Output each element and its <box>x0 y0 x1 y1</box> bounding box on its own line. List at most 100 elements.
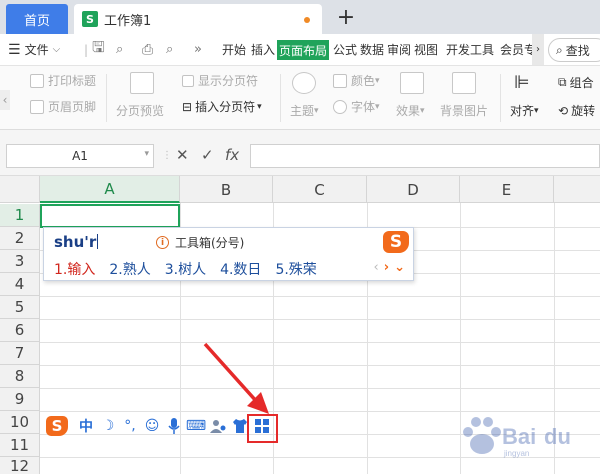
menu-tab-data[interactable]: 数据 <box>360 34 384 65</box>
select-all-corner[interactable] <box>0 176 40 203</box>
effects-icon <box>400 72 424 94</box>
row-header-10[interactable]: 10 <box>0 411 40 434</box>
row-header-5[interactable]: 5 <box>0 296 40 319</box>
format-painter-icon[interactable]: ⌕ <box>116 34 123 65</box>
search-box[interactable]: ⌕ 查找 <box>548 38 600 62</box>
microphone-icon[interactable] <box>164 416 184 436</box>
chevron-down-icon: ▾ <box>257 101 262 112</box>
rotate-button[interactable]: ⟲ 旋转 <box>558 102 595 119</box>
sogou-logo-icon[interactable]: S <box>46 416 68 436</box>
fonts-button[interactable]: 字体 ▾ <box>333 98 380 115</box>
row-header-12[interactable]: 12 <box>0 457 40 475</box>
sogou-logo-icon[interactable]: S <box>383 231 409 253</box>
menu-tab-developer[interactable]: 开发工具 <box>446 34 494 65</box>
column-header-c[interactable]: C <box>273 176 367 203</box>
column-header-b[interactable]: B <box>180 176 273 203</box>
ribbon-separator <box>280 74 281 122</box>
align-label: 对齐 <box>510 104 535 118</box>
row-header-9[interactable]: 9 <box>0 388 40 411</box>
formula-input[interactable] <box>250 144 600 168</box>
confirm-edit-button[interactable]: ✓ <box>201 146 214 164</box>
active-cell-a1[interactable] <box>40 204 180 228</box>
row-header-8[interactable]: 8 <box>0 365 40 388</box>
menu-tab-formula[interactable]: 公式 <box>333 34 357 65</box>
column-header-d[interactable]: D <box>367 176 460 203</box>
row-header-4[interactable]: 4 <box>0 273 40 296</box>
row-header-7[interactable]: 7 <box>0 342 40 365</box>
theme-button[interactable]: 主题 ▾ <box>290 102 319 119</box>
group-button[interactable]: ⧉ 组合 <box>558 74 594 91</box>
rotate-icon: ⟲ <box>558 103 569 118</box>
row-header-6[interactable]: 6 <box>0 319 40 342</box>
menu-tab-insert[interactable]: 插入 <box>251 34 275 65</box>
print-titles-label: 打印标题 <box>48 74 97 88</box>
print-preview-icon[interactable]: ⌕ <box>166 34 173 65</box>
show-page-breaks-checkbox[interactable]: 显示分页符 <box>182 72 258 89</box>
search-label: 查找 <box>565 43 590 58</box>
colors-button[interactable]: 颜色 ▾ <box>333 72 380 89</box>
effects-label: 效果 <box>396 104 421 118</box>
menu-bar: ☰ 文件 ⌵ | 🖫 ⌕ ⎙ ⌕ » 开始 插入 页面布局 公式 数据 审阅 视… <box>0 34 600 66</box>
page-break-preview-icon <box>130 72 154 94</box>
punctuation-icon[interactable]: °, <box>120 416 140 436</box>
next-page-icon[interactable]: › <box>384 260 389 275</box>
ime-page-nav: ‹ › ⌄ <box>369 260 405 275</box>
header-footer-button[interactable]: 页眉页脚 <box>30 98 96 115</box>
new-tab-button[interactable]: + <box>336 4 356 30</box>
file-menu[interactable]: ☰ 文件 ⌵ <box>8 34 60 65</box>
print-icon[interactable]: ⎙ <box>142 34 153 65</box>
column-header-a[interactable]: A <box>40 176 180 203</box>
align-icon: ⊫ <box>514 72 530 93</box>
grid-line <box>40 296 600 297</box>
ime-candidate-4[interactable]: 4.数日 <box>220 259 261 279</box>
ime-candidate-5[interactable]: 5.殊荣 <box>275 259 316 279</box>
row-header-11[interactable]: 11 <box>0 434 40 457</box>
ime-candidate-2[interactable]: 2.熟人 <box>109 259 150 279</box>
checkbox-icon <box>182 74 194 87</box>
colors-icon <box>333 73 347 88</box>
effects-button[interactable]: 效果 ▾ <box>396 102 425 119</box>
menu-tab-home[interactable]: 开始 <box>222 34 246 65</box>
column-header-f[interactable] <box>554 176 600 203</box>
lang-zh-icon[interactable]: 中 <box>76 416 96 436</box>
ribbon-scroll-left-icon[interactable]: ‹ <box>0 90 10 110</box>
align-button[interactable]: 对齐 ▾ <box>510 102 539 119</box>
text-caret <box>97 234 99 249</box>
menu-tab-review[interactable]: 审阅 <box>387 34 411 65</box>
scroll-right-icon[interactable]: › <box>532 34 544 65</box>
ime-candidate-1[interactable]: 1.输入 <box>54 259 95 279</box>
expand-chevron-icon[interactable]: ⌄ <box>394 260 405 275</box>
menu-tab-view[interactable]: 视图 <box>414 34 438 65</box>
cancel-edit-button[interactable]: ✕ <box>176 146 189 164</box>
annotation-arrow-icon <box>203 342 269 414</box>
row-header-2[interactable]: 2 <box>0 227 40 250</box>
resize-handle-icon[interactable]: ⋮ <box>162 150 172 161</box>
ime-composition-text: shu'r <box>54 233 99 251</box>
tab-home[interactable]: 首页 <box>6 4 68 34</box>
name-box[interactable]: A1 ▾ <box>6 144 154 168</box>
row-header-3[interactable]: 3 <box>0 250 40 273</box>
insert-page-break-label: 插入分页符 <box>195 100 256 114</box>
more-icon[interactable]: » <box>194 34 202 65</box>
half-width-moon-icon[interactable]: ☽ <box>98 416 118 436</box>
grid-line <box>40 365 600 366</box>
save-icon[interactable]: 🖫 <box>92 34 105 65</box>
page-break-preview-button[interactable]: 分页预览 <box>116 102 164 119</box>
colors-label: 颜色 <box>351 74 376 88</box>
column-header-e[interactable]: E <box>460 176 554 203</box>
menu-tab-page-layout[interactable]: 页面布局 <box>277 40 330 60</box>
emoji-smile-icon[interactable]: ☺ <box>142 416 162 436</box>
svg-text:Bai: Bai <box>502 424 536 449</box>
row-header-1[interactable]: 1 <box>0 204 40 227</box>
prev-page-icon[interactable]: ‹ <box>374 260 379 275</box>
ime-toolbox-hint[interactable]: i 工具箱(分号) <box>156 234 244 251</box>
tab-workbook[interactable]: S 工作簿1 <box>74 4 322 34</box>
svg-text:du: du <box>544 424 571 449</box>
insert-function-button[interactable]: fx <box>225 146 239 164</box>
insert-page-break-button[interactable]: ⊟ 插入分页符 ▾ <box>182 98 262 115</box>
menu-tab-member[interactable]: 会员专 <box>500 34 532 65</box>
ime-candidate-3[interactable]: 3.树人 <box>165 259 206 279</box>
file-menu-label: 文件 <box>24 43 49 57</box>
print-titles-button[interactable]: 打印标题 <box>30 72 96 89</box>
background-image-button[interactable]: 背景图片 <box>440 102 488 119</box>
